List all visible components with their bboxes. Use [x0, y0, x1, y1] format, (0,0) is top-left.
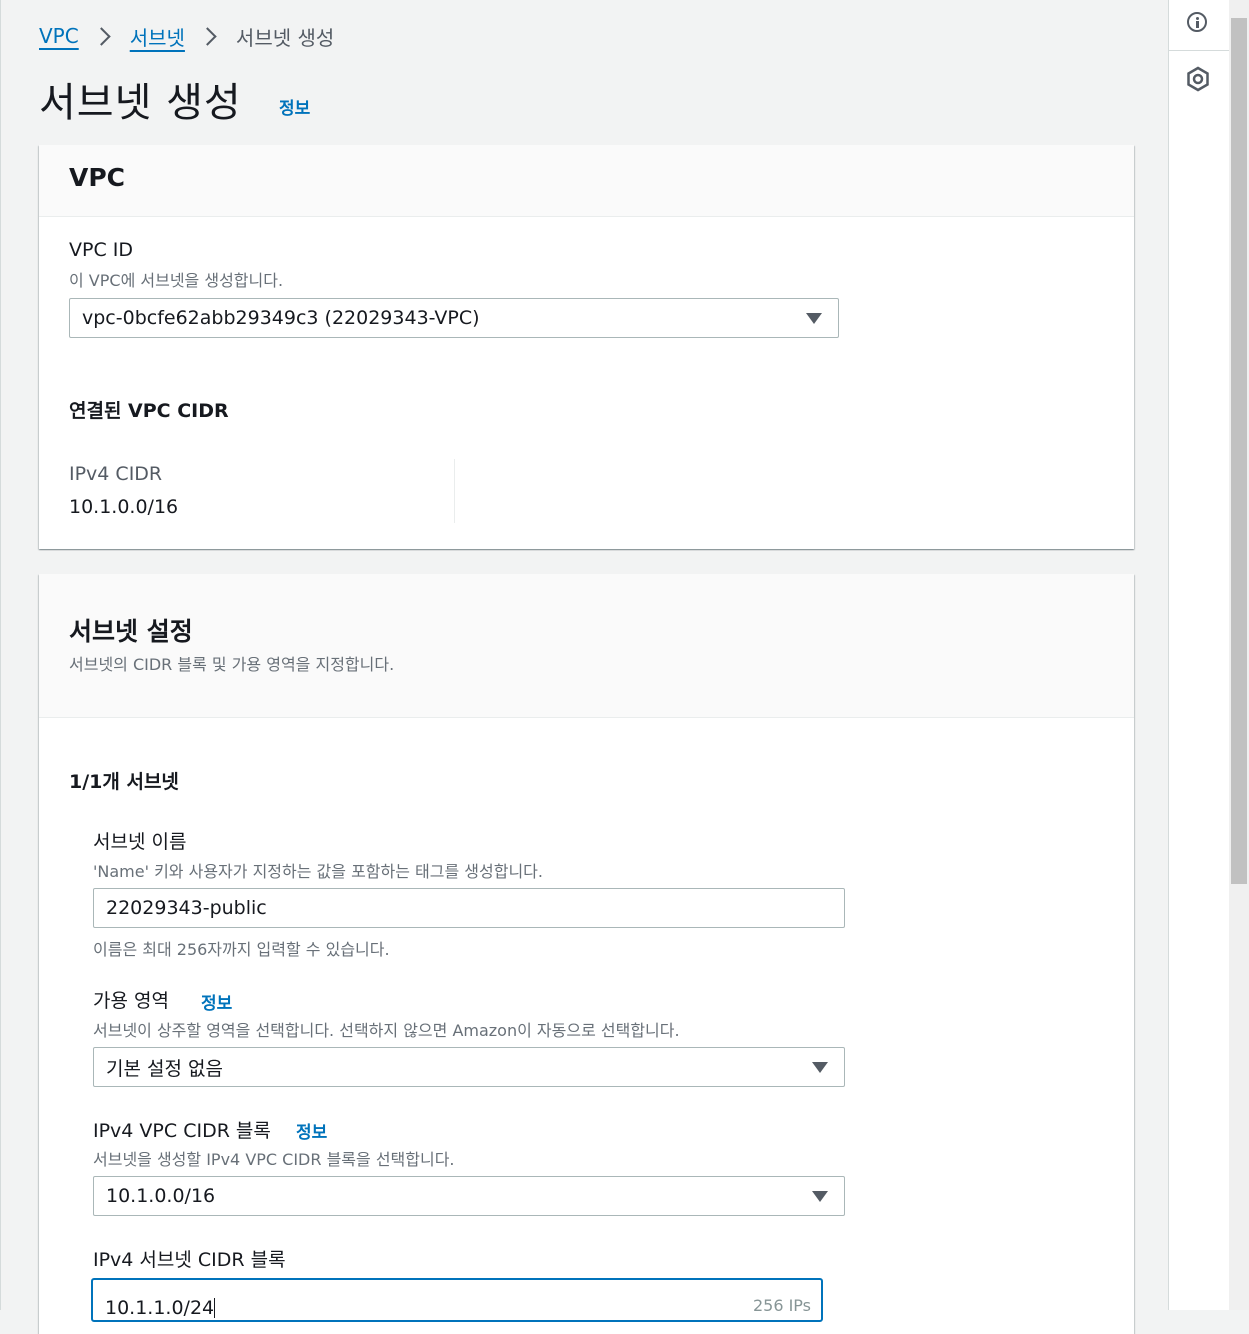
vpc-panel-header: VPC — [39, 145, 1134, 217]
ipv4-vpc-cidr-info-link[interactable]: 정보 — [296, 1118, 327, 1143]
ipv4-vpc-cidr-description: 서브넷을 생성할 IPv4 VPC CIDR 블록을 선택합니다. — [93, 1150, 455, 1169]
chevron-right-icon — [92, 26, 111, 46]
right-tool-rail — [1168, 0, 1230, 1310]
subnet-name-description: 'Name' 키와 사용자가 지정하는 값을 포함하는 태그를 생성합니다. — [93, 862, 543, 881]
subnet-settings-panel: 서브넷 설정 서브넷의 CIDR 블록 및 가용 영역을 지정합니다. 1/1개… — [39, 574, 1134, 1334]
vpc-id-description: 이 VPC에 서브넷을 생성합니다. — [69, 271, 284, 290]
caret-down-icon — [812, 1062, 828, 1073]
subnet-name-input[interactable]: 22029343-public — [93, 888, 845, 928]
vpc-id-select[interactable]: vpc-0bcfe62abb29349c3 (22029343-VPC) — [69, 298, 839, 338]
subnet-settings-title: 서브넷 설정 — [69, 617, 193, 646]
subnet-settings-header: 서브넷 설정 서브넷의 CIDR 블록 및 가용 영역을 지정합니다. — [39, 574, 1134, 718]
ipv4-cidr-value: 10.1.0.0/16 — [69, 496, 179, 518]
text-cursor — [214, 1298, 216, 1318]
breadcrumb-vpc-link[interactable]: VPC — [39, 24, 79, 48]
main-content: VPC 서브넷 서브넷 생성 서브넷 생성 정보 VPC VPC ID 이 VP… — [0, 0, 1168, 1334]
settings-hex-icon[interactable] — [1186, 66, 1210, 92]
availability-zone-selected-value: 기본 설정 없음 — [106, 1057, 223, 1080]
chevron-right-icon — [198, 26, 217, 46]
ipv4-subnet-cidr-input[interactable]: 10.1.1.0/24 256 IPs — [91, 1278, 823, 1322]
ipv4-vpc-cidr-selected-value: 10.1.0.0/16 — [106, 1185, 216, 1207]
breadcrumb-current: 서브넷 생성 — [235, 25, 335, 50]
associated-cidr-title: 연결된 VPC CIDR — [69, 400, 229, 422]
ipv4-vpc-cidr-select[interactable]: 10.1.0.0/16 — [93, 1176, 845, 1216]
breadcrumb: VPC 서브넷 서브넷 생성 — [39, 22, 334, 50]
page-title: 서브넷 생성 — [39, 80, 242, 126]
availability-zone-label: 가용 영역 — [93, 990, 169, 1012]
column-divider — [454, 459, 455, 523]
ipv4-cidr-label: IPv4 CIDR — [69, 463, 163, 485]
scrollbar[interactable] — [1229, 0, 1249, 1310]
vpc-panel-title: VPC — [69, 163, 126, 192]
subnet-name-value: 22029343-public — [106, 897, 267, 919]
subnet-count-heading: 1/1개 서브넷 — [69, 771, 179, 793]
subnet-settings-description: 서브넷의 CIDR 블록 및 가용 영역을 지정합니다. — [69, 655, 395, 674]
scrollbar-thumb[interactable] — [1231, 18, 1247, 884]
subnet-name-hint: 이름은 최대 256자까지 입력할 수 있습니다. — [93, 940, 390, 959]
caret-down-icon — [806, 313, 822, 324]
rail-divider — [1169, 50, 1230, 51]
availability-zone-description: 서브넷이 상주할 영역을 선택합니다. 선택하지 않으면 Amazon이 자동으… — [93, 1021, 680, 1040]
ipv4-subnet-cidr-label: IPv4 서브넷 CIDR 블록 — [93, 1249, 286, 1271]
info-icon[interactable] — [1187, 12, 1207, 32]
subnet-name-label: 서브넷 이름 — [93, 831, 187, 853]
availability-zone-info-link[interactable]: 정보 — [201, 989, 232, 1014]
availability-zone-select[interactable]: 기본 설정 없음 — [93, 1047, 845, 1087]
ipv4-subnet-cidr-value: 10.1.1.0/24 — [105, 1297, 215, 1319]
ip-count: 256 IPs — [752, 1296, 811, 1315]
ipv4-vpc-cidr-label: IPv4 VPC CIDR 블록 — [93, 1120, 271, 1142]
vpc-id-selected-value: vpc-0bcfe62abb29349c3 (22029343-VPC) — [82, 307, 480, 329]
caret-down-icon — [812, 1191, 828, 1202]
vpc-panel: VPC VPC ID 이 VPC에 서브넷을 생성합니다. vpc-0bcfe6… — [39, 145, 1134, 549]
page-info-link[interactable]: 정보 — [279, 94, 310, 119]
vpc-id-label: VPC ID — [69, 239, 133, 261]
breadcrumb-subnets-link[interactable]: 서브넷 — [130, 22, 185, 51]
